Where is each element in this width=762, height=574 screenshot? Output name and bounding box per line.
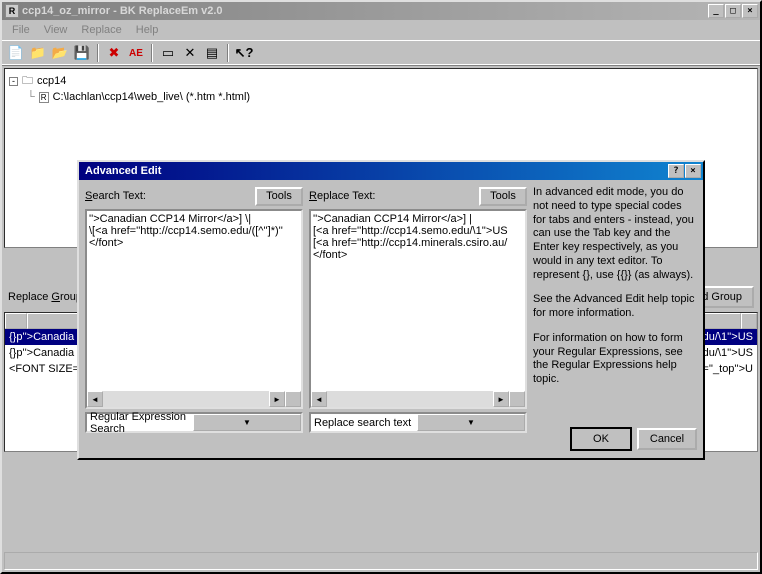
scroll-left-icon[interactable]: ◄ <box>87 391 103 407</box>
tree-child-label[interactable]: C:\lachlan\ccp14\web_live\ (*.htm *.html… <box>53 91 250 103</box>
replace-column: Replace Text: Tools ''>Canadian CCP14 Mi… <box>309 186 527 450</box>
help-cursor-icon[interactable]: ↖? <box>234 43 254 63</box>
search-text-label: Search Text: <box>85 190 146 202</box>
save-folder-icon[interactable]: 💾 <box>72 43 92 63</box>
main-titlebar: R ccp14_oz_mirror - BK ReplaceEm v2.0 _ … <box>2 2 760 20</box>
replace-mode-combo[interactable]: Replace search text ▼ <box>309 412 527 433</box>
tree-collapse-icon[interactable]: - <box>9 77 18 86</box>
dialog-help-button[interactable]: ? <box>668 164 684 178</box>
search-tools-button[interactable]: Tools <box>255 187 303 206</box>
main-title: ccp14_oz_mirror - BK ReplaceEm v2.0 <box>22 5 708 17</box>
replace-group-label: Replace Group: <box>8 291 85 303</box>
toolbar-separator-3 <box>227 44 229 62</box>
search-mode-combo[interactable]: Regular Expression Search ▼ <box>85 412 303 433</box>
app-icon: R <box>5 4 19 18</box>
folder-icon: 🗀 <box>22 72 33 91</box>
menu-view[interactable]: View <box>38 22 74 38</box>
delete-x-icon[interactable]: ✖ <box>104 43 124 63</box>
search-mode-value: Regular Expression Search <box>87 411 193 435</box>
search-column: Search Text: Tools ''>Canadian CCP14 Mir… <box>85 186 303 450</box>
scroll-corner <box>285 391 301 407</box>
info-paragraph-2: See the Advanced Edit help topic for mor… <box>533 293 697 321</box>
replace-mode-value: Replace search text <box>311 417 417 429</box>
scroll-right-icon[interactable]: ► <box>269 391 285 407</box>
advanced-edit-dialog: Advanced Edit ? × Search Text: Tools ''>… <box>77 160 705 460</box>
ok-button[interactable]: OK <box>571 428 631 450</box>
info-column: In advanced edit mode, you do not need t… <box>533 186 697 450</box>
h-scrollbar[interactable]: ◄ ► <box>311 391 509 407</box>
chevron-down-icon[interactable]: ▼ <box>417 414 525 431</box>
dialog-title: Advanced Edit <box>82 165 668 177</box>
tree-root-label[interactable]: ccp14 <box>37 75 66 87</box>
toolbar: 📄 📁 📂 💾 ✖ AE ▭ ✕ ▤ ↖? <box>2 40 760 66</box>
toolbar-separator <box>97 44 99 62</box>
menu-help[interactable]: Help <box>130 22 165 38</box>
r-icon: R <box>39 92 49 103</box>
dotted-box-icon[interactable]: ▭ <box>158 43 178 63</box>
info-paragraph-1: In advanced edit mode, you do not need t… <box>533 186 697 282</box>
open-folder-icon[interactable]: 📂 <box>50 43 70 63</box>
ae-icon[interactable]: AE <box>126 43 146 63</box>
scroll-corner <box>509 391 525 407</box>
menu-replace[interactable]: Replace <box>75 22 127 38</box>
scroll-left-icon[interactable]: ◄ <box>311 391 327 407</box>
h-scrollbar[interactable]: ◄ ► <box>87 391 285 407</box>
replace-tools-button[interactable]: Tools <box>479 187 527 206</box>
maximize-button[interactable]: □ <box>725 4 741 18</box>
new-folder-yellow-icon[interactable]: 📁 <box>28 43 48 63</box>
menubar: File View Replace Help <box>2 20 760 40</box>
properties-icon[interactable]: ▤ <box>202 43 222 63</box>
chevron-down-icon[interactable]: ▼ <box>193 414 301 431</box>
x-icon[interactable]: ✕ <box>180 43 200 63</box>
minimize-button[interactable]: _ <box>708 4 724 18</box>
info-paragraph-3: For information on how to form your Regu… <box>533 332 697 387</box>
statusbar <box>4 552 758 570</box>
close-button[interactable]: × <box>742 4 758 18</box>
replace-textarea[interactable]: ''>Canadian CCP14 Mirror</a>] | [<a href… <box>309 209 527 409</box>
scroll-right-icon[interactable]: ► <box>493 391 509 407</box>
replace-text-label: Replace Text: <box>309 190 375 202</box>
menu-file[interactable]: File <box>6 22 36 38</box>
new-file-icon[interactable]: 📄 <box>6 43 26 63</box>
replace-textarea-content: ''>Canadian CCP14 Mirror</a>] | [<a href… <box>313 213 523 397</box>
search-textarea[interactable]: ''>Canadian CCP14 Mirror</a>] \| \[<a hr… <box>85 209 303 409</box>
cancel-button[interactable]: Cancel <box>637 428 697 450</box>
dialog-titlebar: Advanced Edit ? × <box>79 162 703 180</box>
tree-connector: └ <box>27 91 35 103</box>
dialog-close-button[interactable]: × <box>685 164 701 178</box>
toolbar-separator-2 <box>151 44 153 62</box>
search-textarea-content: ''>Canadian CCP14 Mirror</a>] \| \[<a hr… <box>89 213 299 397</box>
